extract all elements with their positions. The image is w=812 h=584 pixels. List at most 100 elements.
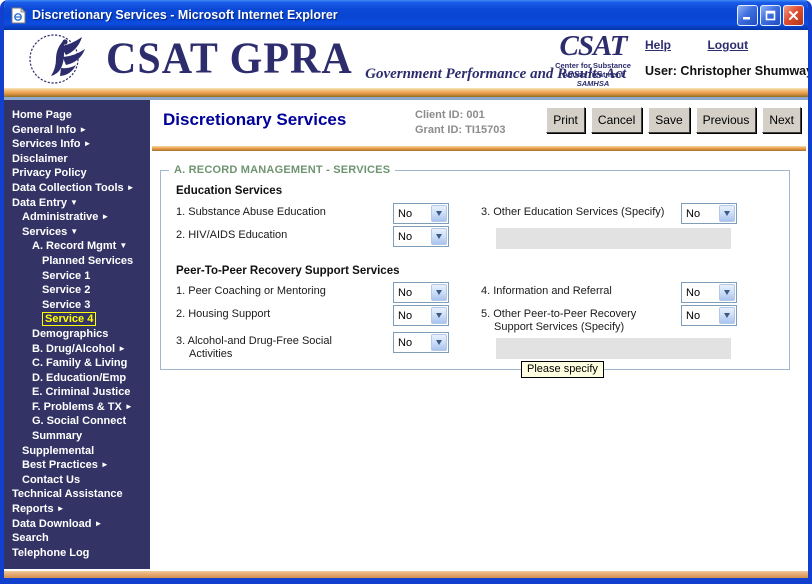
chevron-down-icon	[719, 307, 735, 324]
chevron-down-icon	[431, 307, 447, 324]
sidebar-item-f-problems-tx[interactable]: F. Problems & TX►	[4, 400, 150, 415]
close-button[interactable]	[783, 5, 804, 26]
sidebar-item-data-download[interactable]: Data Download►	[4, 517, 150, 532]
peer-recovery-heading: Peer-To-Peer Recovery Support Services	[176, 265, 400, 277]
main-content: Discretionary Services Client ID: 001 Gr…	[150, 100, 808, 569]
submenu-arrow-icon: ►	[118, 344, 126, 353]
please-specify-tooltip: Please specify	[521, 361, 604, 378]
other-peer-recovery-label: 5. Other Peer-to-Peer Recovery Support S…	[481, 308, 659, 334]
other-peer-recovery-select[interactable]: No	[681, 305, 737, 326]
internet-explorer-page-icon	[10, 7, 27, 24]
sidebar-item-services[interactable]: Services▼	[4, 225, 150, 240]
cancel-button[interactable]: Cancel	[591, 107, 642, 133]
header-separator-band	[4, 88, 808, 97]
brand-title: CSAT GPRA	[106, 33, 353, 86]
information-referral-select[interactable]: No	[681, 282, 737, 303]
sidebar-item-service-1[interactable]: Service 1	[4, 269, 150, 284]
print-button[interactable]: Print	[546, 107, 585, 133]
other-education-services-label: 3. Other Education Services (Specify)	[481, 206, 681, 218]
sidebar-item-service-2[interactable]: Service 2	[4, 283, 150, 298]
page-header-rule	[152, 146, 806, 151]
sidebar-item-a-record-mgmt[interactable]: A. Record Mgmt▼	[4, 239, 150, 254]
help-link[interactable]: Help	[645, 38, 671, 52]
submenu-arrow-icon: ►	[101, 212, 109, 221]
submenu-arrow-icon: ►	[57, 504, 65, 513]
sidebar-item-technical-assistance[interactable]: Technical Assistance	[4, 487, 150, 502]
csat-seal-line2: Abuse Treatment	[540, 70, 646, 79]
substance-abuse-education-label: 1. Substance Abuse Education	[176, 206, 386, 218]
information-referral-label: 4. Information and Referral	[481, 285, 676, 297]
chevron-down-icon	[431, 205, 447, 222]
client-id: Client ID: 001	[415, 108, 505, 123]
app-header: CSAT GPRA Government Performance and Res…	[4, 30, 808, 88]
hiv-aids-education-select[interactable]: No	[393, 226, 449, 247]
submenu-arrow-icon: ▼	[119, 241, 127, 250]
sidebar-item-e-criminal-justice[interactable]: E. Criminal Justice	[4, 385, 150, 400]
sidebar-item-data-collection-tools[interactable]: Data Collection Tools►	[4, 181, 150, 196]
sidebar-item-best-practices[interactable]: Best Practices►	[4, 458, 150, 473]
minimize-button[interactable]	[737, 5, 758, 26]
record-management-section: A. RECORD MANAGEMENT - SERVICES Educatio…	[160, 170, 790, 370]
other-education-specify-input	[496, 228, 731, 249]
sidebar-item-search[interactable]: Search	[4, 531, 150, 546]
submenu-arrow-icon: ►	[125, 402, 133, 411]
chevron-down-icon	[719, 205, 735, 222]
sidebar-item-c-family-living[interactable]: C. Family & Living	[4, 356, 150, 371]
peer-coaching-select[interactable]: No	[393, 282, 449, 303]
housing-support-select[interactable]: No	[393, 305, 449, 326]
csat-seal-acronym: CSAT	[540, 31, 646, 61]
sidebar-item-service-4[interactable]: Service 4	[4, 312, 150, 327]
sidebar-item-planned-services[interactable]: Planned Services	[4, 254, 150, 269]
submenu-arrow-icon: ▼	[70, 198, 78, 207]
sidebar-item-summary[interactable]: Summary	[4, 429, 150, 444]
other-education-services-select[interactable]: No	[681, 203, 737, 224]
other-peer-specify-input	[496, 338, 731, 359]
sidebar-item-services-info[interactable]: Services Info►	[4, 137, 150, 152]
previous-button[interactable]: Previous	[696, 107, 757, 133]
sidebar-item-disclaimer[interactable]: Disclaimer	[4, 152, 150, 167]
client-grant-info: Client ID: 001 Grant ID: TI15703	[415, 108, 505, 138]
hiv-aids-education-label: 2. HIV/AIDS Education	[176, 229, 386, 241]
sidebar-item-data-entry[interactable]: Data Entry▼	[4, 196, 150, 211]
education-services-heading: Education Services	[176, 185, 282, 197]
action-buttons: Print Cancel Save Previous Next	[546, 107, 801, 133]
header-links: Help Logout	[645, 36, 811, 54]
grant-id: Grant ID: TI15703	[415, 123, 505, 138]
maximize-button[interactable]	[760, 5, 781, 26]
sidebar-item-contact-us[interactable]: Contact Us	[4, 473, 150, 488]
submenu-arrow-icon: ►	[127, 183, 135, 192]
chevron-down-icon	[431, 334, 447, 351]
alcohol-drug-free-social-select[interactable]: No	[393, 332, 449, 353]
csat-seal-logo: CSAT Center for Substance Abuse Treatmen…	[540, 31, 646, 89]
section-legend: A. RECORD MANAGEMENT - SERVICES	[169, 164, 395, 176]
browser-window: Discretionary Services - Microsoft Inter…	[0, 0, 812, 584]
logout-link[interactable]: Logout	[707, 38, 748, 52]
sidebar-item-administrative[interactable]: Administrative►	[4, 210, 150, 225]
submenu-arrow-icon: ►	[94, 519, 102, 528]
submenu-arrow-icon: ►	[101, 460, 109, 469]
substance-abuse-education-select[interactable]: No	[393, 203, 449, 224]
next-button[interactable]: Next	[762, 107, 801, 133]
sidebar-item-d-education-emp[interactable]: D. Education/Emp	[4, 371, 150, 386]
sidebar-item-service-3[interactable]: Service 3	[4, 298, 150, 313]
sidebar-item-reports[interactable]: Reports►	[4, 502, 150, 517]
sidebar-item-supplemental[interactable]: Supplemental	[4, 444, 150, 459]
sidebar-item-home-page[interactable]: Home Page	[4, 108, 150, 123]
save-button[interactable]: Save	[648, 107, 689, 133]
sidebar-item-g-social-connect[interactable]: G. Social Connect	[4, 414, 150, 429]
sidebar-item-privacy-policy[interactable]: Privacy Policy	[4, 166, 150, 181]
logged-in-user: User: Christopher Shumway	[645, 64, 812, 78]
csat-seal-line1: Center for Substance	[540, 61, 646, 70]
sidebar-item-demographics[interactable]: Demographics	[4, 327, 150, 342]
alcohol-drug-free-social-label: 3. Alcohol-and Drug-Free Social Activiti…	[176, 335, 366, 361]
sidebar-item-general-info[interactable]: General Info►	[4, 123, 150, 138]
chevron-down-icon	[719, 284, 735, 301]
peer-coaching-label: 1. Peer Coaching or Mentoring	[176, 285, 386, 297]
sidebar-item-telephone-log[interactable]: Telephone Log	[4, 546, 150, 561]
sidebar-item-b-drug-alcohol[interactable]: B. Drug/Alcohol►	[4, 342, 150, 357]
chevron-down-icon	[431, 228, 447, 245]
sidebar-nav: Home Page General Info► Services Info► D…	[4, 100, 150, 569]
page-title: Discretionary Services	[163, 110, 346, 130]
hhs-eagle-logo-icon	[28, 32, 98, 87]
title-bar[interactable]: Discretionary Services - Microsoft Inter…	[0, 0, 812, 30]
